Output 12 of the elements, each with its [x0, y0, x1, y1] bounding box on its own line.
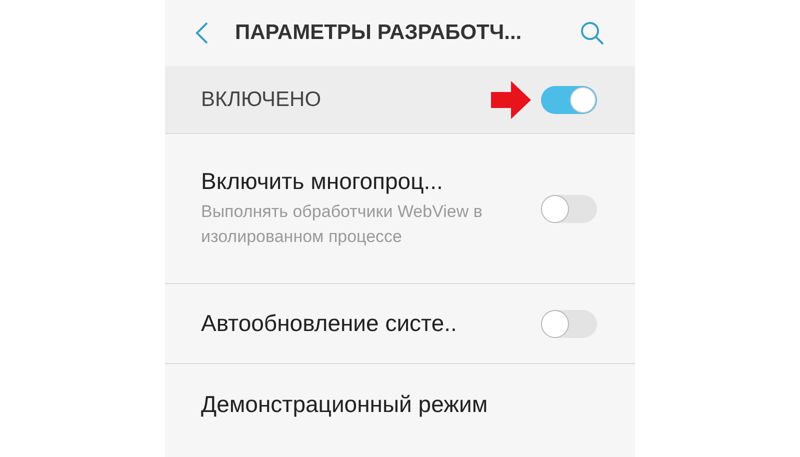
setting-summary: Выполнять обработчики WebView в изолированном процессе — [201, 201, 484, 248]
setting-title[interactable]: Демонстрационный режим — [201, 390, 597, 418]
toggle-switch[interactable] — [541, 310, 597, 338]
setting-title[interactable]: Включить многопроц... — [201, 168, 541, 195]
back-icon[interactable] — [195, 21, 209, 45]
screen-title: ПАРАМЕТРЫ РАЗРАБОТЧ... — [235, 21, 523, 45]
toggle-switch[interactable] — [541, 194, 597, 222]
search-icon[interactable] — [579, 20, 605, 46]
setting-label: ВКЛЮЧЕНО — [201, 88, 322, 112]
toggle-switch[interactable] — [541, 86, 597, 114]
setting-title[interactable]: Автообновление систе.. — [201, 310, 541, 337]
arrow-icon — [491, 80, 531, 118]
